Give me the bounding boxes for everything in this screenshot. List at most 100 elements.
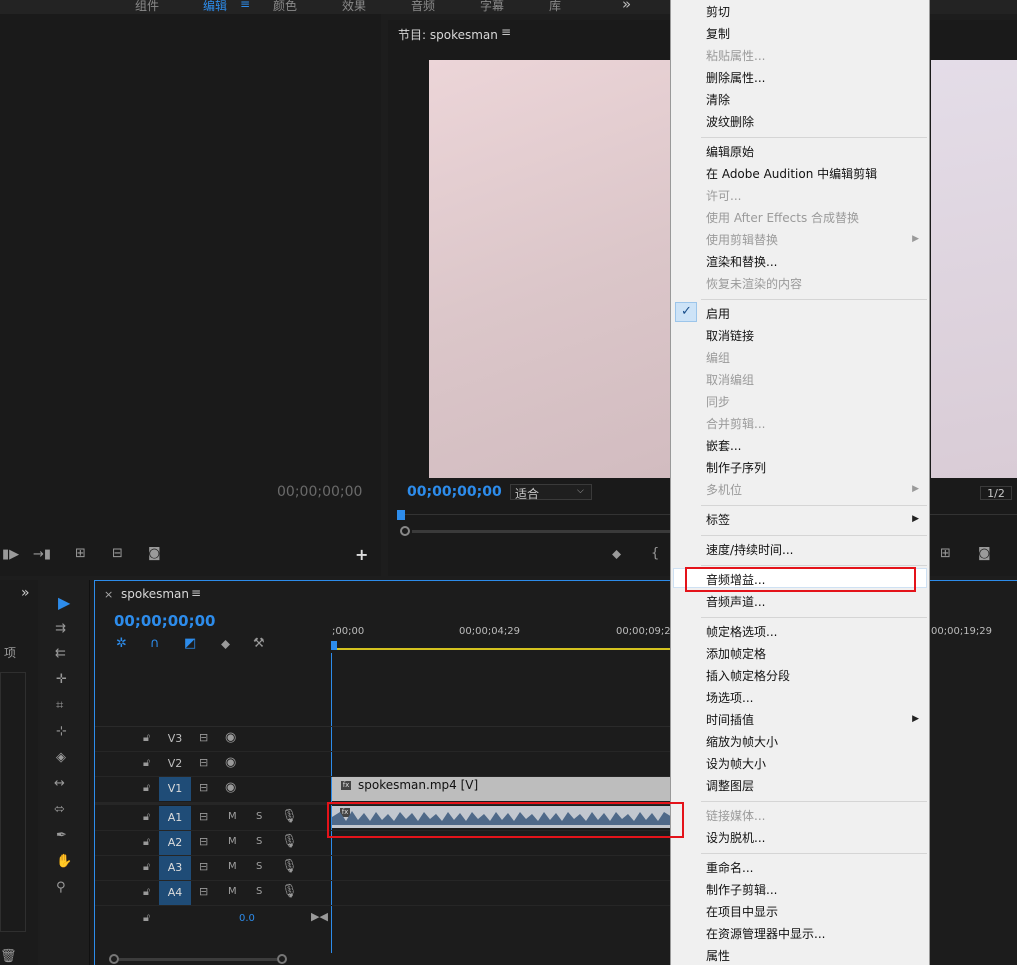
add-button-icon[interactable]: + — [355, 547, 368, 563]
menu-item-rename[interactable]: 重命名... — [706, 859, 753, 876]
menu-item-add-frame-hold[interactable]: 添加帧定格 — [706, 645, 766, 662]
go-to-end-icon[interactable]: ▶◀ — [311, 911, 328, 922]
menu-item-group[interactable]: 编组 — [706, 349, 730, 366]
add-marker-icon[interactable]: ⬥ — [221, 638, 230, 651]
menu-item-restore-unrendered[interactable]: 恢复未渲染的内容 — [706, 275, 802, 292]
menu-item-paste-attributes[interactable]: 粘贴属性... — [706, 47, 765, 64]
slide-tool-icon[interactable]: ↔ — [54, 777, 65, 790]
menu-item-copy[interactable]: 复制 — [706, 25, 730, 42]
menu-item-nest[interactable]: 嵌套... — [706, 437, 741, 454]
menu-item-make-subclip[interactable]: 制作子剪辑... — [706, 881, 777, 898]
workspace-tab-effects[interactable]: 效果 — [342, 0, 366, 14]
master-volume-value[interactable]: 0.0 — [239, 913, 255, 924]
sequence-tab[interactable]: spokesman — [121, 587, 189, 601]
mute-button[interactable]: M — [228, 836, 237, 847]
sync-lock-icon[interactable]: ⊟ — [199, 836, 208, 847]
menu-item-reveal-in-project[interactable]: 在项目中显示 — [706, 903, 778, 920]
timeline-scrollbar[interactable] — [119, 958, 277, 961]
track-name-v2[interactable]: V2 — [159, 752, 191, 776]
workspace-tab-editing[interactable]: 编辑 — [203, 0, 227, 14]
lock-icon[interactable]: 🔓︎ — [143, 912, 150, 923]
slip-tool-icon[interactable]: ◈ — [56, 751, 66, 764]
sync-lock-icon[interactable]: ⊟ — [199, 886, 208, 897]
track-name-a4[interactable]: A4 — [159, 881, 191, 905]
playhead-handle[interactable] — [331, 641, 337, 650]
menu-item-edit-original[interactable]: 编辑原始 — [706, 143, 754, 160]
video-clip[interactable]: fx spokesman.mp4 [V] — [332, 777, 672, 801]
lock-icon[interactable]: 🔓︎ — [143, 886, 150, 897]
menu-item-speed-duration[interactable]: 速度/持续时间... — [706, 541, 794, 558]
add-marker-icon[interactable]: ⬥ — [612, 548, 621, 561]
workspace-menu-icon[interactable]: ≡ — [240, 0, 250, 11]
mark-in-icon[interactable]: { — [651, 547, 659, 560]
menu-item-license[interactable]: 许可... — [706, 187, 741, 204]
export-frame-icon[interactable]: ◙ — [148, 547, 161, 560]
menu-item-adjustment-layer[interactable]: 调整图层 — [706, 777, 754, 794]
program-menu-icon[interactable]: ≡ — [501, 25, 511, 39]
track-name-v1[interactable]: V1 — [159, 777, 191, 801]
menu-item-edit-in-audition[interactable]: 在 Adobe Audition 中编辑剪辑 — [706, 165, 877, 182]
timeline-timecode[interactable]: 00;00;00;00 — [114, 612, 216, 630]
menu-item-make-subsequence[interactable]: 制作子序列 — [706, 459, 766, 476]
menu-item-field-options[interactable]: 场选项... — [706, 689, 753, 706]
eye-icon[interactable]: ◉ — [225, 731, 236, 744]
menu-item-scale-to-frame-size[interactable]: 缩放为帧大小 — [706, 733, 778, 750]
menu-item-ungroup[interactable]: 取消编组 — [706, 371, 754, 388]
lock-icon[interactable]: 🔓︎ — [143, 861, 150, 872]
workspace-more-icon[interactable]: » — [622, 0, 631, 13]
menu-item-clear[interactable]: 清除 — [706, 91, 730, 108]
menu-item-make-offline[interactable]: 设为脱机... — [706, 829, 765, 846]
menu-item-enable[interactable]: 启用 — [706, 305, 730, 322]
insert-icon[interactable]: ⊞ — [75, 547, 86, 560]
workspace-tab-audio[interactable]: 音频 — [411, 0, 435, 14]
program-zoom-bar[interactable] — [412, 530, 670, 533]
program-zoom-handle[interactable] — [400, 526, 410, 536]
microphone-icon[interactable]: 🎙︎ — [281, 860, 298, 873]
menu-item-properties[interactable]: 属性 — [706, 947, 730, 964]
microphone-icon[interactable]: 🎙︎ — [281, 835, 298, 848]
track-name-a3[interactable]: A3 — [159, 856, 191, 880]
menu-item-render-and-replace[interactable]: 渲染和替换... — [706, 253, 777, 270]
menu-item-multi-camera[interactable]: 多机位 — [706, 481, 742, 498]
eye-icon[interactable]: ◉ — [225, 781, 236, 794]
menu-item-reveal-in-explorer[interactable]: 在资源管理器中显示... — [706, 925, 825, 942]
track-name-v3[interactable]: V3 — [159, 727, 191, 751]
lock-icon[interactable]: 🔓︎ — [143, 757, 150, 768]
menu-item-frame-hold-options[interactable]: 帧定格选项... — [706, 623, 777, 640]
hand-tool-icon[interactable]: ✋ — [56, 855, 72, 868]
mute-button[interactable]: M — [228, 886, 237, 897]
pen-icon[interactable]: ✒ — [56, 829, 67, 842]
timeline-zoom-handle-right[interactable] — [277, 954, 287, 964]
export-frame-icon[interactable]: ◙ — [978, 547, 991, 560]
menu-item-link-media[interactable]: 链接媒体... — [706, 807, 765, 824]
overwrite-icon[interactable]: ⊟ — [112, 547, 123, 560]
timeline-zoom-handle-left[interactable] — [109, 954, 119, 964]
workspace-tab-libraries[interactable]: 库 — [549, 0, 561, 14]
menu-item-time-interpolation[interactable]: 时间插值 — [706, 711, 754, 728]
panel-expand-icon[interactable]: » — [21, 586, 30, 600]
time-ruler[interactable]: ;00;00 00;00;04;29 00;00;09;2 — [331, 625, 671, 653]
track-select-tool-icon[interactable]: ⇉ — [55, 622, 66, 635]
lock-icon[interactable]: 🔓︎ — [143, 836, 150, 847]
lock-icon[interactable]: 🔓︎ — [143, 782, 150, 793]
resolution-dropdown[interactable]: 1/2 — [980, 486, 1012, 500]
linked-selection-icon[interactable]: ◩ — [184, 637, 196, 650]
sync-lock-icon[interactable]: ⊟ — [199, 732, 208, 743]
extract-icon[interactable]: ⊞ — [940, 547, 951, 560]
mute-button[interactable]: M — [228, 861, 237, 872]
sync-lock-icon[interactable]: ⊟ — [199, 757, 208, 768]
step-forward-icon[interactable]: ▮▶ — [2, 548, 19, 561]
menu-item-merge-clips[interactable]: 合并剪辑... — [706, 415, 765, 432]
menu-item-audio-channels[interactable]: 音频声道... — [706, 593, 765, 610]
lock-icon[interactable]: 🔓︎ — [143, 811, 150, 822]
workspace-tab-captions[interactable]: 字幕 — [480, 0, 504, 14]
track-name-a1[interactable]: A1 — [159, 806, 191, 830]
menu-item-synchronize[interactable]: 同步 — [706, 393, 730, 410]
rolling-edit-tool-icon[interactable]: ✛ — [56, 673, 67, 686]
track-name-a2[interactable]: A2 — [159, 831, 191, 855]
pen-tool-icon[interactable]: ⬄ — [54, 803, 65, 816]
solo-button[interactable]: S — [256, 811, 262, 822]
menu-item-label[interactable]: 标签 — [706, 511, 730, 528]
microphone-icon[interactable]: 🎙︎ — [281, 810, 298, 823]
solo-button[interactable]: S — [256, 836, 262, 847]
